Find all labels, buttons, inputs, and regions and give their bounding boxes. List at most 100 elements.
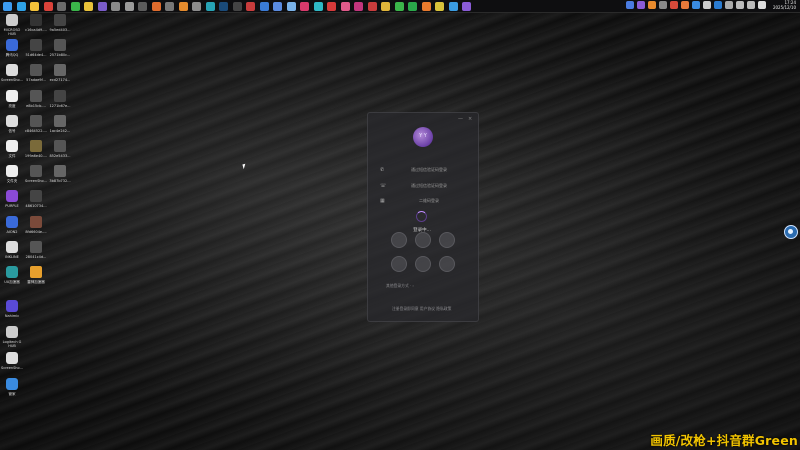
desktop-icon[interactable]: 51d64de4...	[24, 39, 48, 57]
third-party-login-button-6[interactable]	[439, 256, 455, 272]
desktop-icon[interactable]: ScreenSho...	[24, 165, 48, 183]
app-play-icon[interactable]	[394, 1, 404, 11]
app-lightblue-icon[interactable]	[286, 1, 296, 11]
app-folder-icon[interactable]	[381, 1, 390, 11]
tray-purple-icon[interactable]	[637, 1, 645, 9]
desktop-icon[interactable]: ecd27174...	[48, 64, 72, 82]
desktop-icon[interactable]: 1ac4e242...	[48, 114, 72, 133]
app-purple-icon[interactable]	[97, 1, 107, 11]
app-pink-icon[interactable]	[300, 1, 309, 11]
desktop-icon[interactable]: c16ca4d9-...	[24, 14, 48, 32]
app-gray-icon[interactable]	[192, 1, 201, 11]
edge-browser-icon[interactable]	[16, 1, 26, 11]
app-dark-icon[interactable]	[232, 1, 242, 11]
desktop-icon[interactable]: 9a5ed403...	[48, 14, 72, 32]
tray-volume-icon[interactable]	[747, 1, 755, 9]
app-lemon-icon[interactable]	[435, 1, 444, 11]
desktop-icon[interactable]: 57adae9f...	[24, 64, 48, 82]
desktop-icon[interactable]: 文件夹	[0, 165, 24, 183]
third-party-login-button-2[interactable]	[415, 232, 431, 248]
desktop-icon[interactable]: PURPLE	[0, 190, 24, 208]
qrcode-icon: ▦	[380, 198, 385, 204]
app-play2-icon[interactable]	[408, 1, 417, 11]
desktop-icon[interactable]: 28041c4d...	[24, 240, 48, 259]
app-red2-icon[interactable]	[246, 1, 255, 11]
windows-start-icon[interactable]	[3, 1, 12, 11]
login-option-qrcode[interactable]: ▦ 二维码登录	[380, 196, 470, 206]
file-explorer-icon[interactable]	[30, 1, 39, 11]
app-circle-icon[interactable]	[138, 1, 147, 11]
desktop-icon[interactable]: Nahimic	[0, 300, 24, 318]
system-clock[interactable]: 17:24 2025/12/10	[766, 0, 796, 10]
third-party-login-button-1[interactable]	[391, 232, 407, 248]
desktop-icon[interactable]: 3b87b732...	[48, 165, 72, 183]
app-green-icon[interactable]	[70, 1, 80, 11]
desktop-icon[interactable]: 亮度	[0, 89, 24, 108]
desktop-icon[interactable]: 腾讯QQ	[0, 39, 24, 57]
app-monitor-icon[interactable]	[57, 1, 66, 11]
minimize-button[interactable]: —	[458, 116, 463, 122]
tray-white-icon[interactable]	[703, 1, 711, 9]
app-active-purple-icon[interactable]	[462, 1, 471, 11]
app-red-icon[interactable]	[43, 1, 53, 11]
desktop-icon[interactable]: 1271b67e...	[48, 89, 72, 108]
app-magenta-icon[interactable]	[354, 1, 363, 11]
app-blue2-icon[interactable]	[273, 1, 282, 11]
app-orange2-icon[interactable]	[421, 1, 431, 11]
tray-blue-icon[interactable]	[692, 1, 700, 9]
desktop-icon[interactable]: UU加速器	[0, 266, 24, 284]
login-option-sms[interactable]: ✆ 通过短信验证码登录	[380, 165, 470, 175]
floating-assistant-button[interactable]	[784, 225, 798, 239]
desktop-icon[interactable]: e8b15cb-...	[24, 89, 48, 108]
desktop-icon[interactable]: 管家	[0, 378, 24, 396]
desktop-icon[interactable]: ScreenSho...	[0, 64, 24, 82]
app-orange-icon[interactable]	[178, 1, 188, 11]
app-teal-icon[interactable]	[205, 1, 215, 11]
app-mail-icon[interactable]	[367, 1, 377, 11]
tray-red-icon[interactable]	[670, 1, 678, 9]
login-option-phone[interactable]: ☏ 通过短信验证码登录	[380, 181, 470, 191]
desktop-icon[interactable]: MICROSO HUB	[0, 14, 24, 36]
other-login-link[interactable]: 其他登录方式 · ›	[386, 283, 414, 289]
app-cyan-icon[interactable]	[313, 1, 323, 11]
desktop-icon[interactable]: c8464522-...	[24, 114, 48, 133]
app-steam-icon[interactable]	[219, 1, 228, 11]
desktop-icon[interactable]: 文件	[0, 140, 24, 158]
tray-orange-icon[interactable]	[648, 1, 656, 9]
desktop-icon[interactable]: INKLINE	[0, 240, 24, 259]
desktop-icon[interactable]: 2571b80c...	[48, 39, 72, 57]
desktop-icon[interactable]: 雷神加速器	[24, 266, 48, 284]
desktop-icon[interactable]: 48610734...	[24, 190, 48, 208]
desktop-icon[interactable]: Logitech G HUB	[0, 326, 24, 348]
third-party-login-button-4[interactable]	[391, 256, 407, 272]
app-blue-icon[interactable]	[259, 1, 269, 11]
tray-lang-icon[interactable]	[758, 1, 766, 9]
desktop-app-icon	[30, 14, 42, 26]
desktop-icon-label: ScreenSho...	[1, 366, 23, 370]
desktop-icon[interactable]: AION2	[0, 215, 24, 234]
app-gear-icon[interactable]	[124, 1, 134, 11]
app-settings-icon[interactable]	[111, 1, 120, 11]
tray-up-icon[interactable]	[725, 1, 733, 9]
desktop-icon-label: e8b15cb-...	[26, 103, 46, 108]
desktop-icon[interactable]: ScreenSho...	[0, 352, 24, 370]
app-text-icon[interactable]	[165, 1, 174, 11]
app-w-icon[interactable]	[327, 1, 336, 11]
desktop-icon[interactable]: 8fd6604e-...	[24, 215, 48, 234]
app-bilibili-icon[interactable]	[340, 1, 350, 11]
app-chrome-icon[interactable]	[84, 1, 93, 11]
desktop-icon[interactable]: 199a6e40-...	[24, 140, 48, 158]
tray-blue2-icon[interactable]	[714, 1, 722, 9]
tray-gray-icon[interactable]	[659, 1, 667, 9]
close-button[interactable]: ×	[468, 116, 472, 122]
agreement-text[interactable]: 注册登录即同意 用户协议 隐私政策	[392, 306, 451, 312]
third-party-login-button-3[interactable]	[439, 232, 455, 248]
desktop-icon[interactable]: 852e5433...	[48, 140, 72, 158]
third-party-login-button-5[interactable]	[415, 256, 431, 272]
tray-network-icon[interactable]	[736, 1, 744, 9]
tray-bluetooth-icon[interactable]	[626, 1, 634, 9]
app-circle2-icon[interactable]	[448, 1, 458, 11]
app-g-icon[interactable]	[151, 1, 161, 11]
desktop-icon[interactable]: 信号	[0, 114, 24, 133]
tray-orange2-icon[interactable]	[681, 1, 689, 9]
